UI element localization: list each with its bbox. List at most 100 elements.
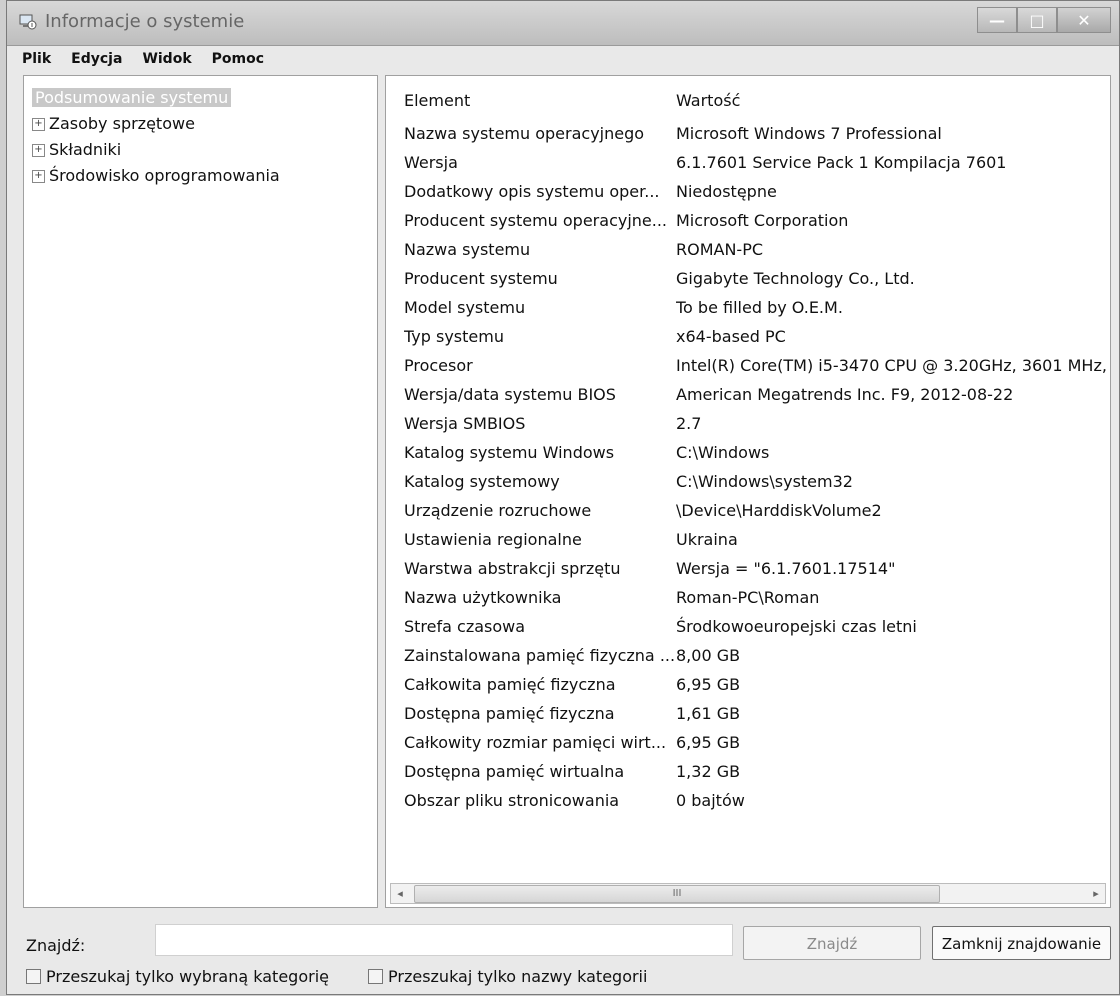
element-cell: Nazwa systemu operacyjnego xyxy=(404,124,645,143)
table-row[interactable]: Nazwa systemu ROMAN-PC xyxy=(386,235,1110,264)
table-row[interactable]: Typ systemu x64-based PC xyxy=(386,322,1110,351)
table-row[interactable]: Katalog systemowy C:\Windows\system32 xyxy=(386,467,1110,496)
table-row[interactable]: Całkowita pamięć fizyczna 6,95 GB xyxy=(386,670,1110,699)
tree-item-hardware-resources[interactable]: + Zasoby sprzętowe xyxy=(32,113,195,135)
value-cell: \Device\HarddiskVolume2 xyxy=(676,501,882,520)
tree-item-label: Podsumowanie systemu xyxy=(32,88,232,107)
table-row[interactable]: Dodatkowy opis systemu oper... Niedostępn… xyxy=(386,177,1110,206)
table-row[interactable]: Katalog systemu Windows C:\Windows xyxy=(386,438,1110,467)
close-icon: ✕ xyxy=(1077,10,1091,30)
value-cell: C:\Windows\system32 xyxy=(676,472,853,491)
window-controls: — □ ✕ xyxy=(977,7,1111,35)
element-cell: Ustawienia regionalne xyxy=(404,530,582,549)
table-row[interactable]: Wersja SMBIOS 2.7 xyxy=(386,409,1110,438)
scroll-left-icon[interactable]: ◂ xyxy=(391,884,409,903)
expand-icon[interactable]: + xyxy=(32,118,45,131)
table-row[interactable]: Obszar pliku stronicowania 0 bajtów xyxy=(386,786,1110,815)
table-row[interactable]: Zainstalowana pamięć fizyczna ... 8,00 GB xyxy=(386,641,1110,670)
minimize-icon: — xyxy=(989,10,1005,30)
checkbox-icon[interactable] xyxy=(26,969,41,984)
close-button[interactable]: ✕ xyxy=(1057,7,1111,33)
value-cell: Niedostępne xyxy=(676,182,777,201)
menu-help[interactable]: Pomoc xyxy=(212,51,264,67)
details-list[interactable]: Element Wartość Nazwa systemu operacyjne… xyxy=(385,75,1111,908)
table-row[interactable]: Dostępna pamięć fizyczna 1,61 GB xyxy=(386,699,1110,728)
tree-item-components[interactable]: + Składniki xyxy=(32,139,121,161)
value-cell: 6,95 GB xyxy=(676,733,741,752)
menu-view[interactable]: Widok xyxy=(142,51,191,67)
value-cell: Intel(R) Core(TM) i5-3470 CPU @ 3.20GHz,… xyxy=(676,356,1106,375)
element-cell: Obszar pliku stronicowania xyxy=(404,791,620,810)
menu-file[interactable]: Plik xyxy=(22,51,51,67)
close-find-button[interactable]: Zamknij znajdowanie xyxy=(932,926,1111,960)
find-bar: Znajdź: Znajdź Zamknij znajdowanie Przes… xyxy=(7,911,1119,996)
value-cell: Roman-PC\Roman xyxy=(676,588,820,607)
element-cell: Nazwa użytkownika xyxy=(404,588,562,607)
table-row[interactable]: Wersja/data systemu BIOS American Megatre… xyxy=(386,380,1110,409)
find-input[interactable] xyxy=(155,924,733,956)
table-row[interactable]: Nazwa systemu operacyjnego Microsoft Wind… xyxy=(386,119,1110,148)
value-cell: x64-based PC xyxy=(676,327,786,346)
column-header-element[interactable]: Element xyxy=(404,86,680,115)
element-cell: Wersja SMBIOS xyxy=(404,414,526,433)
tree-item-software-environment[interactable]: + Środowisko oprogramowania xyxy=(32,165,280,187)
table-row[interactable]: Nazwa użytkownika Roman-PC\Roman xyxy=(386,583,1110,612)
value-cell: Gigabyte Technology Co., Ltd. xyxy=(676,269,915,288)
table-row[interactable]: Ustawienia regionalne Ukraina xyxy=(386,525,1110,554)
element-cell: Nazwa systemu xyxy=(404,240,531,259)
minimize-button[interactable]: — xyxy=(977,7,1017,33)
element-cell: Model systemu xyxy=(404,298,526,317)
value-cell: 2.7 xyxy=(676,414,702,433)
table-row[interactable]: Strefa czasowa Środkowoeuropejski czas le… xyxy=(386,612,1110,641)
value-cell: C:\Windows xyxy=(676,443,770,462)
table-row[interactable]: Model systemu To be filled by O.E.M. xyxy=(386,293,1110,322)
list-header: Element Wartość xyxy=(386,86,1110,115)
horizontal-scrollbar[interactable]: ◂ III ▸ xyxy=(390,883,1106,904)
element-cell: Dostępna pamięć fizyczna xyxy=(404,704,615,723)
table-row[interactable]: Producent systemu Gigabyte Technology Co.… xyxy=(386,264,1110,293)
value-cell: 1,61 GB xyxy=(676,704,741,723)
tree-item-label: Środowisko oprogramowania xyxy=(49,166,280,185)
value-cell: 1,32 GB xyxy=(676,762,741,781)
system-info-app-icon xyxy=(17,11,39,33)
category-tree[interactable]: Podsumowanie systemu + Zasoby sprzętowe +… xyxy=(23,75,378,908)
value-cell: American Megatrends Inc. F9, 2012-08-22 xyxy=(676,385,1014,404)
element-cell: Katalog systemu Windows xyxy=(404,443,615,462)
checkbox-icon[interactable] xyxy=(368,969,383,984)
system-information-window: Informacje o systemie — □ ✕ Plik Edycja … xyxy=(6,0,1120,995)
element-cell: Producent systemu operacyjne... xyxy=(404,211,668,230)
scrollbar-thumb[interactable]: III xyxy=(414,885,940,903)
window-title: Informacje o systemie xyxy=(45,11,245,32)
column-header-value[interactable]: Wartość xyxy=(676,86,1106,115)
table-row[interactable]: Procesor Intel(R) Core(TM) i5-3470 CPU @ … xyxy=(386,351,1110,380)
computer-info-icon xyxy=(19,14,37,30)
expand-icon[interactable]: + xyxy=(32,144,45,157)
table-row[interactable]: Warstwa abstrakcji sprzętu Wersja = "6.1.… xyxy=(386,554,1110,583)
element-cell: Wersja/data systemu BIOS xyxy=(404,385,616,404)
tree-item-label: Składniki xyxy=(49,140,122,159)
find-button[interactable]: Znajdź xyxy=(743,926,921,960)
table-row[interactable]: Wersja 6.1.7601 Service Pack 1 Kompilacja… xyxy=(386,148,1110,177)
table-row[interactable]: Urządzenie rozruchowe \Device\HarddiskVol… xyxy=(386,496,1110,525)
element-cell: Producent systemu xyxy=(404,269,558,288)
checkbox-label: Przeszukaj tylko wybraną kategorię xyxy=(46,967,329,986)
value-cell: Środkowoeuropejski czas letni xyxy=(676,617,917,636)
maximize-icon: □ xyxy=(1029,10,1045,30)
menu-edit[interactable]: Edycja xyxy=(71,51,122,67)
table-row[interactable]: Dostępna pamięć wirtualna 1,32 GB xyxy=(386,757,1110,786)
element-cell: Zainstalowana pamięć fizyczna ... xyxy=(404,646,676,665)
table-row[interactable]: Całkowity rozmiar pamięci wirt... 6,95 GB xyxy=(386,728,1110,757)
value-cell: Microsoft Corporation xyxy=(676,211,849,230)
element-cell: Typ systemu xyxy=(404,327,504,346)
title-bar[interactable]: Informacje o systemie — □ ✕ xyxy=(7,1,1119,46)
table-row[interactable]: Producent systemu operacyjne... Microsoft… xyxy=(386,206,1110,235)
expand-icon[interactable]: + xyxy=(32,170,45,183)
value-cell: 0 bajtów xyxy=(676,791,745,810)
scroll-right-icon[interactable]: ▸ xyxy=(1087,884,1105,903)
search-category-names-checkbox[interactable]: Przeszukaj tylko nazwy kategorii xyxy=(368,967,647,986)
search-selected-category-checkbox[interactable]: Przeszukaj tylko wybraną kategorię xyxy=(26,967,329,986)
value-cell: Microsoft Windows 7 Professional xyxy=(676,124,942,143)
tree-item-system-summary[interactable]: Podsumowanie systemu xyxy=(32,87,232,109)
value-cell: ROMAN-PC xyxy=(676,240,764,259)
maximize-button[interactable]: □ xyxy=(1017,7,1057,33)
